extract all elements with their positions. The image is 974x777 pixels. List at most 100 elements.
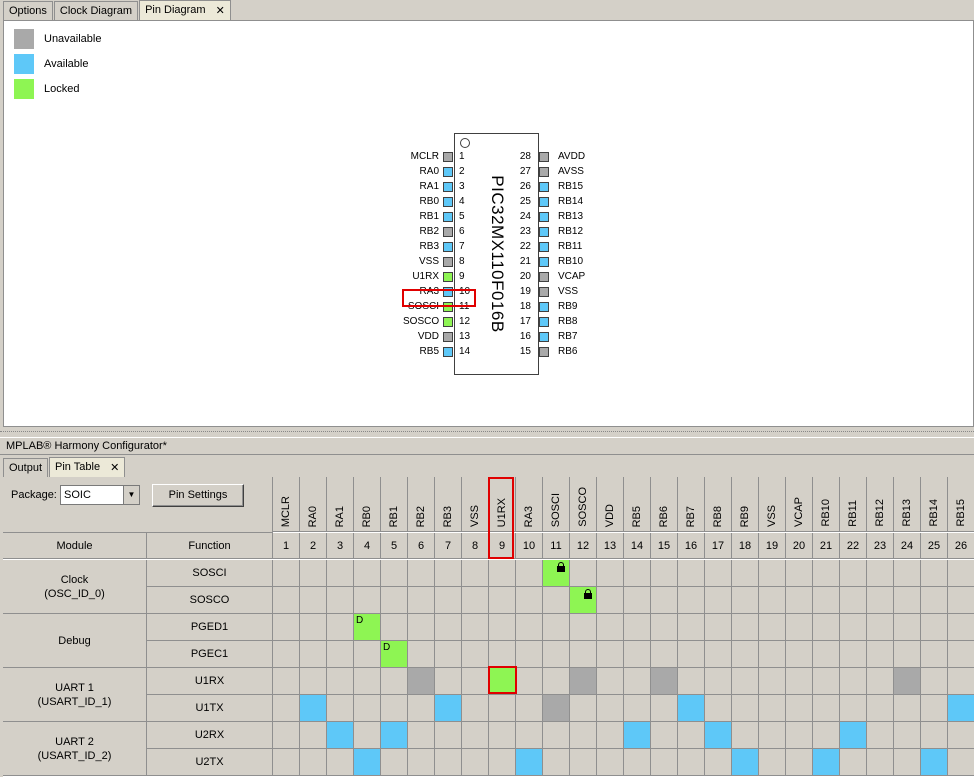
pin-cell[interactable] (570, 560, 597, 587)
pin-cell[interactable] (678, 695, 705, 722)
pin-25[interactable]: 25 RB14 (501, 194, 599, 209)
pin-state-box[interactable] (443, 331, 453, 342)
pin-cell[interactable] (624, 749, 651, 776)
pin-cell[interactable] (327, 614, 354, 641)
pin-cell[interactable] (651, 749, 678, 776)
pin-cell[interactable] (624, 560, 651, 587)
pin-cell[interactable] (948, 641, 974, 668)
pin-21[interactable]: 21 RB10 (501, 254, 599, 269)
pin-cell[interactable] (678, 560, 705, 587)
pin-cell[interactable] (786, 749, 813, 776)
pin-state-box[interactable] (539, 151, 549, 162)
pin-2[interactable]: RA0 2 (403, 164, 473, 179)
pin-state-box[interactable] (539, 166, 549, 177)
pin-cell[interactable] (462, 614, 489, 641)
pin-state-box[interactable] (539, 301, 549, 312)
pin-cell[interactable] (624, 587, 651, 614)
pin-cell[interactable] (435, 587, 462, 614)
pin-cell[interactable] (705, 614, 732, 641)
pin-cell[interactable] (786, 587, 813, 614)
pin-cell[interactable] (651, 560, 678, 587)
pin-cell[interactable] (840, 695, 867, 722)
pin-cell[interactable] (813, 695, 840, 722)
close-icon[interactable]: ✕ (110, 461, 119, 474)
pin-cell[interactable] (597, 587, 624, 614)
pin-cell[interactable] (543, 587, 570, 614)
pin-cell[interactable] (543, 641, 570, 668)
pin-cell[interactable] (624, 614, 651, 641)
pin-state-box[interactable] (443, 196, 453, 207)
pin-cell[interactable] (705, 722, 732, 749)
pin-cell[interactable] (759, 641, 786, 668)
pin-state-box[interactable] (443, 241, 453, 252)
pin-cell[interactable] (516, 641, 543, 668)
pin-14[interactable]: RB5 14 (403, 344, 473, 359)
pin-cell[interactable] (840, 668, 867, 695)
pin-cell[interactable] (408, 614, 435, 641)
pin-cell[interactable] (435, 695, 462, 722)
pin-cell[interactable] (732, 614, 759, 641)
pin-cell[interactable] (705, 749, 732, 776)
pin-cell[interactable] (516, 668, 543, 695)
pin-cell[interactable] (732, 722, 759, 749)
pin-state-box[interactable] (443, 226, 453, 237)
pin-cell[interactable] (867, 722, 894, 749)
pin-cell[interactable] (894, 587, 921, 614)
pin-cell[interactable] (435, 668, 462, 695)
pin-cell[interactable] (705, 587, 732, 614)
pin-cell[interactable] (759, 587, 786, 614)
pin-cell[interactable] (597, 668, 624, 695)
pin-20[interactable]: 20 VCAP (501, 269, 599, 284)
pin-cell[interactable] (300, 722, 327, 749)
pin-cell[interactable] (462, 668, 489, 695)
pin-cell[interactable] (381, 587, 408, 614)
pin-state-box[interactable] (443, 346, 453, 357)
pin-cell[interactable] (516, 722, 543, 749)
pin-28[interactable]: 28 AVDD (501, 149, 599, 164)
pin-cell[interactable] (543, 560, 570, 587)
pin-cell[interactable] (840, 749, 867, 776)
pin-cell[interactable] (921, 587, 948, 614)
pin-16[interactable]: 16 RB7 (501, 329, 599, 344)
pin-cell[interactable] (732, 695, 759, 722)
pin-cell[interactable] (462, 722, 489, 749)
pin-cell[interactable] (273, 641, 300, 668)
pin-cell[interactable] (732, 587, 759, 614)
pin-cell[interactable] (354, 722, 381, 749)
pin-cell[interactable] (543, 695, 570, 722)
pin-state-box[interactable] (539, 346, 549, 357)
pin-cell[interactable] (921, 722, 948, 749)
pin-cell[interactable] (273, 695, 300, 722)
pin-cell[interactable] (867, 560, 894, 587)
pin-cell[interactable] (759, 614, 786, 641)
pin-cell[interactable] (570, 587, 597, 614)
pin-cell[interactable] (759, 695, 786, 722)
pin-cell[interactable] (381, 749, 408, 776)
pin-cell[interactable] (408, 722, 435, 749)
pin-cell[interactable] (327, 668, 354, 695)
pin-cell[interactable] (327, 695, 354, 722)
pin-cell[interactable] (813, 668, 840, 695)
pin-cell[interactable] (408, 695, 435, 722)
pin-cell[interactable] (354, 749, 381, 776)
pin-cell[interactable] (786, 614, 813, 641)
pin-cell[interactable] (624, 641, 651, 668)
pin-cell[interactable] (948, 722, 974, 749)
pin-cell[interactable] (489, 614, 516, 641)
pin-cell[interactable] (948, 560, 974, 587)
pin-cell[interactable] (759, 749, 786, 776)
pin-cell[interactable] (273, 614, 300, 641)
pin-cell[interactable] (624, 695, 651, 722)
pin-cell[interactable] (435, 560, 462, 587)
pin-cell[interactable] (840, 560, 867, 587)
pin-state-box[interactable] (539, 286, 549, 297)
pin-cell[interactable] (624, 722, 651, 749)
pin-cell[interactable] (516, 560, 543, 587)
pin-cell[interactable] (381, 722, 408, 749)
pin-state-box[interactable] (539, 181, 549, 192)
pin-cell[interactable] (354, 641, 381, 668)
pin-cell[interactable] (786, 695, 813, 722)
pin-cell[interactable] (840, 587, 867, 614)
pin-cell[interactable] (813, 722, 840, 749)
pin-cell[interactable] (300, 587, 327, 614)
